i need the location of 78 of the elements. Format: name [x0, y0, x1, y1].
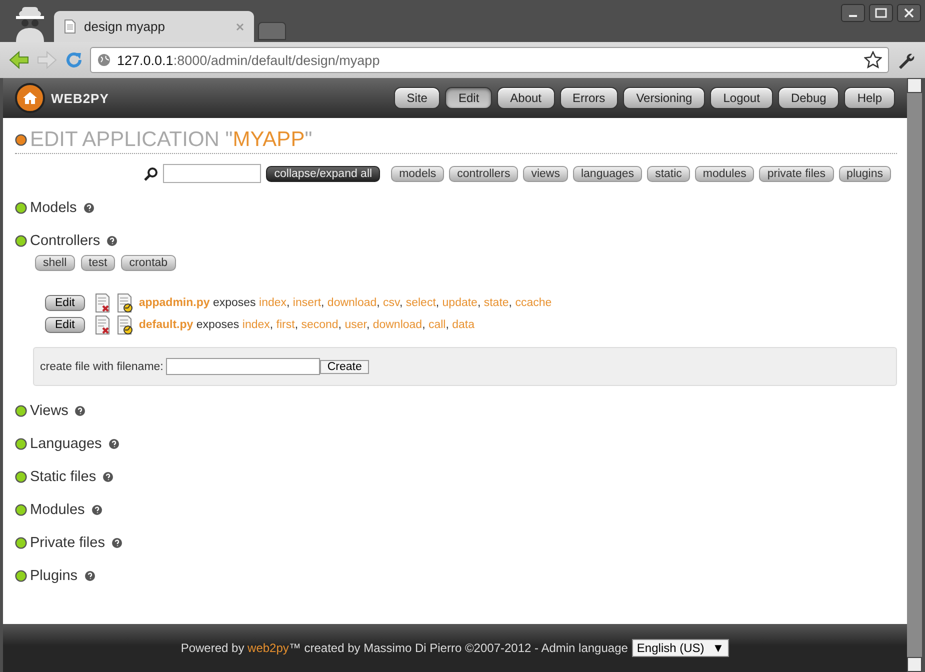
bullet-icon — [15, 405, 27, 417]
help-icon[interactable] — [84, 203, 94, 213]
delete-file-icon[interactable] — [94, 293, 111, 313]
bullet-icon — [15, 438, 27, 450]
section-title[interactable]: Views — [30, 403, 68, 419]
help-icon[interactable] — [103, 472, 114, 482]
nav-button[interactable]: Versioning — [623, 87, 706, 109]
help-icon[interactable] — [92, 505, 102, 515]
section-button[interactable]: private files — [759, 166, 834, 182]
bullet-icon — [15, 504, 27, 516]
collapse-expand-button[interactable]: collapse/expand all — [266, 166, 380, 182]
help-icon[interactable] — [84, 571, 95, 581]
section-title[interactable]: Controllers — [30, 233, 100, 249]
star-icon[interactable] — [864, 51, 882, 69]
tool-button[interactable]: test — [80, 255, 116, 271]
section-title[interactable]: Models — [30, 200, 77, 216]
url-host: 127.0.0.1 — [117, 52, 174, 68]
test-file-icon[interactable] — [116, 293, 133, 313]
page-icon — [64, 19, 76, 34]
section-button[interactable]: languages — [572, 166, 642, 182]
help-icon[interactable] — [112, 538, 122, 548]
minimize-icon[interactable] — [841, 4, 865, 22]
section-button[interactable]: views — [523, 166, 568, 182]
edit-button[interactable]: Edit — [45, 317, 85, 333]
nav-button[interactable]: Errors — [560, 87, 618, 109]
logo: WEB2PY — [51, 90, 109, 106]
footer-text: Powered by web2py™ created by Massimo Di Pierro ©2007-2012 - Admin language — [180, 641, 628, 655]
edit-button[interactable]: Edit — [45, 295, 85, 311]
create-button[interactable]: Create — [320, 360, 369, 374]
section-button[interactable]: controllers — [449, 166, 518, 182]
tab-title: design myapp — [84, 19, 166, 34]
nav-button[interactable]: Logout — [710, 87, 773, 109]
search-icon — [144, 166, 158, 180]
home-icon[interactable] — [15, 83, 45, 113]
bullet-icon — [15, 235, 27, 247]
section-title[interactable]: Private files — [30, 535, 105, 551]
nav-button[interactable]: Edit — [445, 87, 492, 109]
address-bar[interactable]: 127.0.0.1:8000/admin/default/design/myapp — [90, 47, 889, 73]
bullet-icon — [15, 202, 27, 214]
help-icon[interactable] — [107, 236, 118, 246]
section-button[interactable]: static — [647, 166, 690, 182]
help-icon[interactable] — [75, 406, 86, 416]
file-description: default.py exposes index, first, second, user, download, call, data — [138, 319, 474, 331]
page-title: EDIT APPLICATION "MYAPP" — [30, 128, 312, 152]
section-button[interactable]: modules — [694, 166, 754, 182]
web2py-link[interactable]: web2py — [248, 641, 289, 655]
section-title[interactable]: Languages — [30, 436, 102, 452]
scroll-down-button[interactable] — [907, 657, 922, 672]
tool-button[interactable]: crontab — [121, 255, 176, 271]
back-icon[interactable] — [8, 50, 30, 70]
scroll-up-button[interactable] — [907, 78, 922, 93]
close-icon[interactable] — [897, 4, 921, 22]
bullet-icon — [15, 570, 27, 582]
create-label: create file with filename: — [40, 360, 164, 372]
section-title[interactable]: Static files — [30, 469, 96, 485]
language-select[interactable]: English (US) ▼ — [632, 639, 730, 657]
delete-file-icon[interactable] — [94, 315, 111, 335]
file-description: appadmin.py exposes index, insert, download, csv, select, update, state, ccache — [138, 297, 552, 309]
section-button[interactable]: plugins — [838, 166, 891, 182]
section-button[interactable]: models — [391, 166, 444, 182]
bullet-icon — [15, 134, 27, 146]
section-title[interactable]: Modules — [30, 502, 85, 518]
browser-tab[interactable]: design myapp — [54, 11, 254, 42]
bullet-icon — [15, 537, 27, 549]
section-title[interactable]: Plugins — [30, 568, 78, 584]
test-file-icon[interactable] — [116, 315, 133, 335]
url-path: :8000/admin/default/design/myapp — [173, 52, 380, 68]
nav-button[interactable]: Site — [394, 87, 440, 109]
nav-button[interactable]: About — [497, 87, 555, 109]
maximize-icon[interactable] — [869, 4, 893, 22]
help-icon[interactable] — [108, 439, 119, 449]
nav-button[interactable]: Debug — [778, 87, 840, 109]
tool-button[interactable]: shell — [35, 255, 75, 271]
bullet-icon — [15, 471, 27, 483]
globe-icon — [97, 53, 111, 67]
nav-button[interactable]: Help — [844, 87, 895, 109]
filename-field[interactable] — [166, 358, 320, 375]
search-field[interactable] — [163, 164, 262, 183]
